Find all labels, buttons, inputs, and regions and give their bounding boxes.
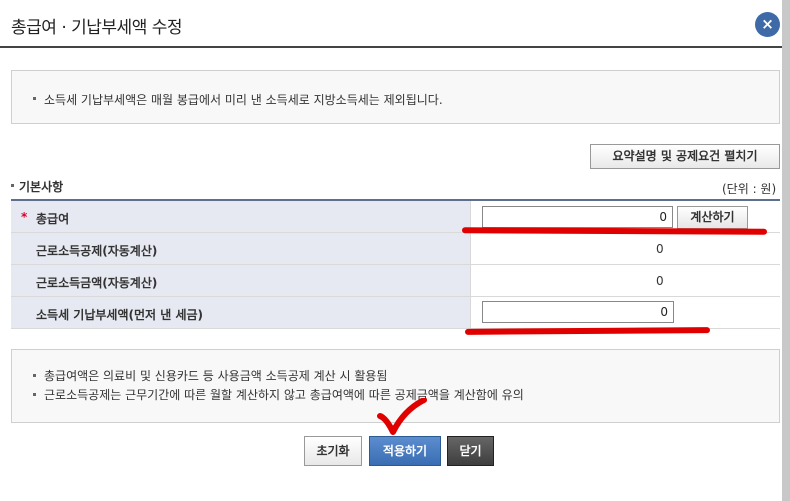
section-title: 기본사항 (19, 180, 64, 194)
red-underline-annotation (464, 327, 711, 335)
prepaid-tax-input[interactable] (482, 301, 674, 323)
label-cell: 근로소득공제(자동계산) (11, 233, 471, 264)
form-row-earned-income-amount: 근로소득금액(자동계산) 0 (11, 265, 780, 297)
edit-dialog: 총급여 · 기납부세액 수정 × 소득세 기납부세액은 매월 봉급에서 미리 낸… (0, 0, 782, 501)
dialog-title: 총급여 · 기납부세액 수정 (11, 18, 183, 38)
total-salary-input[interactable] (482, 206, 673, 228)
prepaid-tax-label: 소득세 기납부세액(먼저 낸 세금) (36, 308, 204, 322)
reset-button[interactable]: 초기화 (304, 436, 362, 466)
section-bullet-icon (11, 184, 14, 187)
info-box: 소득세 기납부세액은 매월 봉급에서 미리 낸 소득세로 지방소득세는 제외됩니… (11, 70, 780, 124)
earned-income-deduction-label: 근로소득공제(자동계산) (36, 244, 158, 258)
unit-label: (단위 : 원) (722, 182, 777, 196)
label-cell: 소득세 기납부세액(먼저 낸 세금) (11, 297, 471, 328)
red-checkmark-annotation (377, 398, 427, 435)
form-row-prepaid-tax: 소득세 기납부세액(먼저 낸 세금) (11, 297, 780, 329)
close-icon[interactable]: × (755, 12, 780, 37)
total-salary-label: 총급여 (36, 212, 70, 226)
dialog-title-bar: 총급여 · 기납부세액 수정 × (0, 0, 782, 48)
label-cell: 근로소득금액(자동계산) (11, 265, 471, 296)
info-text: 소득세 기납부세액은 매월 봉급에서 미리 낸 소득세로 지방소득세는 제외됩니… (44, 93, 443, 107)
earned-income-deduction-value: 0 (656, 242, 664, 256)
earned-income-amount-value: 0 (656, 274, 664, 288)
window-edge (782, 0, 790, 501)
earned-income-amount-label: 근로소득금액(자동계산) (36, 276, 158, 290)
bullet-icon (33, 374, 36, 377)
form-row-earned-income-deduction: 근로소득공제(자동계산) 0 (11, 233, 780, 265)
note-item: 근로소득공제는 근무기간에 따른 월할 계산하지 않고 총급여액에 따른 공제금… (44, 388, 524, 402)
bullet-icon (33, 393, 36, 396)
close-button[interactable]: 닫기 (447, 436, 494, 466)
apply-button[interactable]: 적용하기 (369, 436, 441, 466)
calculate-button[interactable]: 계산하기 (677, 206, 748, 229)
label-cell: * 총급여 (11, 201, 471, 232)
note-item: 총급여액은 의료비 및 신용카드 등 사용금액 소득공제 계산 시 활용됨 (44, 369, 388, 383)
form-table: * 총급여 계산하기 근로소득공제(자동계산) 0 근로소득금액(자동계산) 0… (11, 199, 780, 329)
expand-details-button[interactable]: 요약설명 및 공제요건 펼치기 (590, 144, 780, 169)
bullet-icon (33, 97, 36, 100)
required-marker: * (21, 210, 28, 224)
